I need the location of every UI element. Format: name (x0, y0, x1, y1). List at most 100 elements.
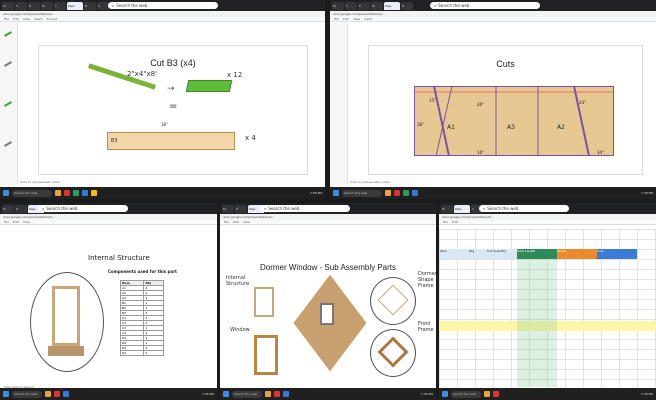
app-icon[interactable] (274, 391, 280, 397)
app-icon[interactable] (63, 391, 69, 397)
omnibox[interactable]: ⌕ Search the web (38, 205, 128, 212)
app-icon[interactable] (394, 190, 400, 196)
spreadsheet-grid[interactable]: Item Qty Cut Quantity Total Length Board… (439, 229, 656, 387)
slide-subtitle: Components used for this part (108, 269, 177, 274)
window-pane-image (320, 303, 334, 325)
windows-start-icon[interactable] (223, 391, 229, 397)
browser-tab-active[interactable]: Pipe (384, 1, 400, 10)
browser-tab[interactable]: Y (345, 1, 357, 10)
slide-title: Internal Structure (88, 254, 150, 262)
menu-file[interactable]: File (334, 17, 339, 21)
omnibox[interactable]: ⌕ Search the web (430, 2, 540, 9)
dimension-label: 38" (161, 122, 168, 127)
menu-view[interactable]: View (353, 17, 360, 21)
menu-edit[interactable]: Edit (452, 220, 458, 224)
clock: 7:58 PM (201, 392, 214, 396)
windows-start-icon[interactable] (3, 391, 9, 397)
clock: 7:58 PM (420, 392, 433, 396)
app-icon[interactable] (385, 190, 391, 196)
browser-tab[interactable]: D (401, 1, 413, 10)
slide-thumbnail-panel[interactable] (0, 23, 18, 185)
slide-thumbnail-panel[interactable] (330, 23, 348, 185)
menu-view[interactable]: View (23, 220, 30, 224)
taskbar-search[interactable]: Search the web (12, 390, 42, 398)
menu-insert[interactable]: Insert (364, 17, 373, 21)
slide-canvas[interactable]: Cut B3 (x4) 2"x4"x8' → x 12 = 38" B3 x 4 (38, 45, 308, 175)
browser-tab[interactable]: M (2, 1, 14, 10)
app-icon[interactable] (412, 190, 418, 196)
menu-file[interactable]: File (224, 220, 229, 224)
menu-insert[interactable]: Insert (34, 17, 43, 21)
omnibox[interactable]: ⌕ Search the web (108, 2, 218, 9)
menu-bar: File Edit View (220, 220, 436, 225)
app-icon[interactable] (82, 190, 88, 196)
app-icon[interactable] (91, 190, 97, 196)
menu-file[interactable]: File (4, 17, 9, 21)
browser-tab[interactable]: M (441, 204, 453, 213)
browser-tab[interactable]: M (371, 1, 383, 10)
board-label: B3 (111, 138, 118, 144)
omnibox[interactable]: ⌕ Search the web (479, 205, 569, 212)
column-header: Board (557, 249, 597, 259)
menu-edit[interactable]: Edit (13, 220, 19, 224)
app-icon[interactable] (73, 190, 79, 196)
windows-start-icon[interactable] (333, 190, 339, 196)
dimension-label: 26" (477, 102, 484, 107)
slide-canvas[interactable]: Cuts A1 A3 A2 15" 26" 38" 24" 16" 34" (368, 45, 643, 175)
taskbar-search[interactable]: Search the web (12, 189, 52, 197)
app-icon[interactable] (64, 190, 70, 196)
taskbar-search[interactable]: Search the web (342, 189, 382, 197)
windows-start-icon[interactable] (442, 391, 448, 397)
app-icon[interactable] (283, 391, 289, 397)
app-icon[interactable] (55, 190, 61, 196)
browser-tab[interactable]: P (15, 204, 27, 213)
browser-tab[interactable]: M (222, 204, 234, 213)
browser-tab[interactable]: P (235, 204, 247, 213)
menu-format[interactable]: Format (47, 17, 58, 21)
browser-tab[interactable]: Y (54, 1, 66, 10)
menu-view[interactable]: View (23, 17, 30, 21)
browser-tab-active[interactable]: Pipe (67, 1, 83, 10)
menu-file[interactable]: File (4, 220, 9, 224)
structure-frame-image (52, 286, 80, 346)
taskbar: Search the web 7:58 PM (439, 388, 656, 400)
app-icon[interactable] (484, 391, 490, 397)
app-icon[interactable] (54, 391, 60, 397)
menu-bar: File Edit View Insert (330, 17, 656, 22)
speaker-notes[interactable]: Click to add speaker notes (20, 180, 60, 184)
speaker-notes[interactable]: Click to add speaker notes (350, 180, 390, 184)
slide-canvas[interactable]: Dormer Window - Sub Assembly Parts Inter… (220, 253, 436, 388)
search-icon: ⌕ (112, 3, 115, 8)
windows-start-icon[interactable] (3, 190, 9, 196)
header-row: Item Qty Cut Quantity Total Length Board… (439, 249, 656, 259)
menu-bar: File Edit View (0, 220, 217, 225)
search-icon: ⌕ (264, 206, 267, 211)
column-header: Cut Quantity (487, 249, 517, 259)
browser-tab[interactable]: D (84, 1, 96, 10)
browser-tab[interactable]: M (2, 204, 14, 213)
browser-tab-active[interactable]: Pipe (454, 204, 470, 213)
browser-tab[interactable]: P (28, 1, 40, 10)
menu-edit[interactable]: Edit (343, 17, 349, 21)
menu-view[interactable]: View (243, 220, 250, 224)
internal-structure-label: Internal Structure (226, 275, 250, 287)
browser-tab[interactable]: P (358, 1, 370, 10)
part-label-a2: A2 (557, 124, 565, 131)
menu-edit[interactable]: Edit (13, 17, 19, 21)
omnibox[interactable]: ⌕ Search the web (260, 205, 350, 212)
browser-tab[interactable]: M (332, 1, 344, 10)
slide-canvas[interactable]: Internal Structure Components used for t… (0, 248, 217, 383)
app-icon[interactable] (45, 391, 51, 397)
taskbar-search[interactable]: Search the web (451, 390, 481, 398)
app-icon[interactable] (403, 190, 409, 196)
menu-edit[interactable]: Edit (233, 220, 239, 224)
window-top-right: M Y P M Pipe D ⌕ Search the web docs.goo… (330, 0, 656, 199)
column-header: Qty (469, 249, 487, 259)
browser-tab[interactable]: M (41, 1, 53, 10)
menu-file[interactable]: File (443, 220, 448, 224)
app-icon[interactable] (493, 391, 499, 397)
browser-tab[interactable]: Y (15, 1, 27, 10)
quantity-label: x 4 (245, 134, 256, 142)
taskbar-search[interactable]: Search the web (232, 390, 262, 398)
app-icon[interactable] (265, 391, 271, 397)
